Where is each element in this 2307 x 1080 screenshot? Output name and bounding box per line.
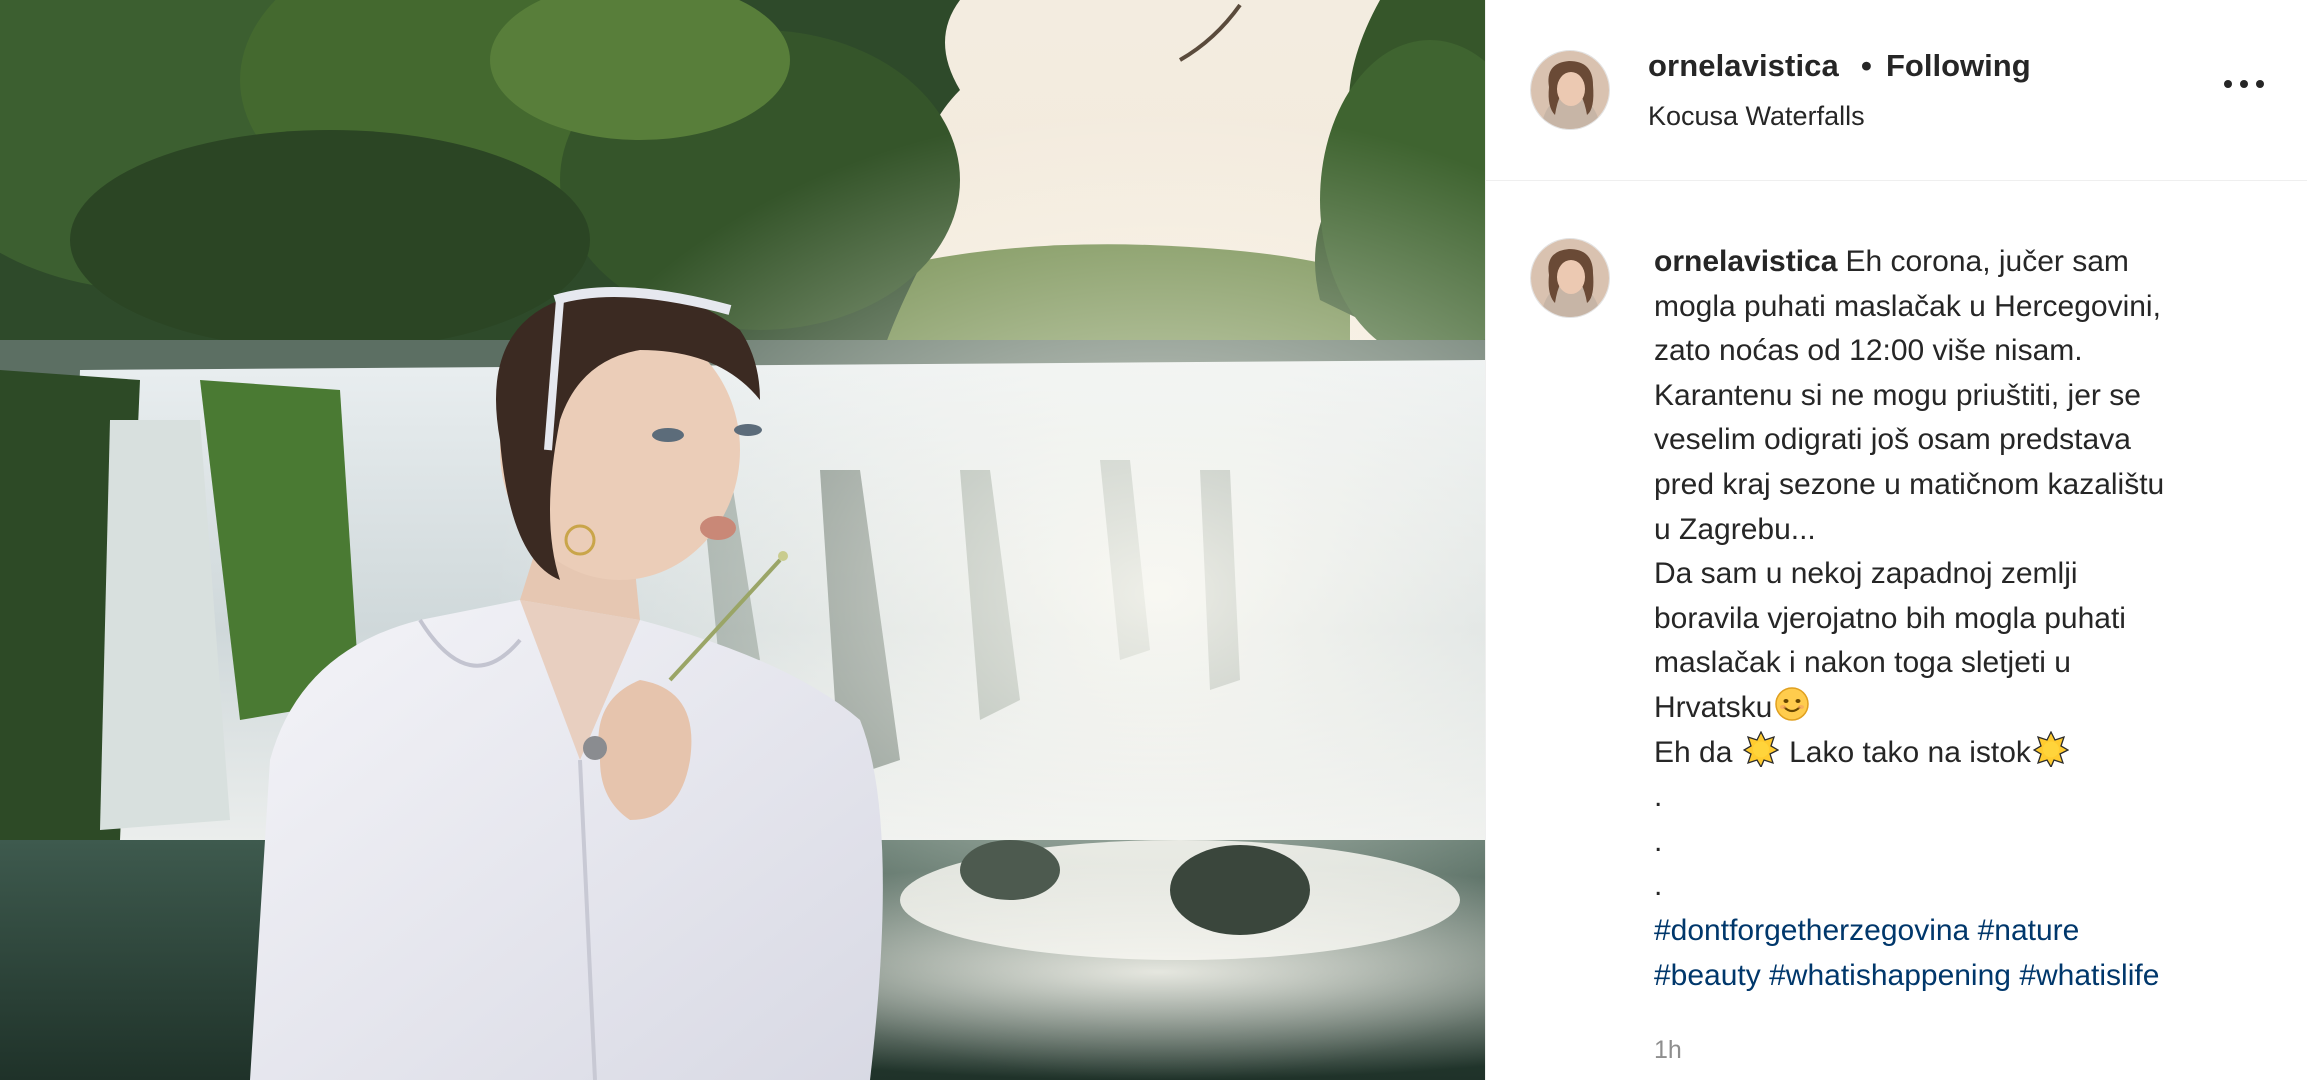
caption-line: Karantenu si ne mogu priuštiti, jer se	[1654, 378, 2141, 412]
location-link[interactable]: Kocusa Waterfalls	[1648, 101, 1865, 132]
header-username[interactable]: ornelavistica	[1648, 48, 1839, 84]
smiling-face-emoji-icon	[1775, 687, 1810, 721]
hashtag-link[interactable]: #whatishappening	[1769, 959, 2011, 992]
caption-avatar[interactable]	[1530, 238, 1610, 318]
caption-username[interactable]: ornelavistica	[1654, 245, 1837, 278]
profile-avatar[interactable]	[1530, 50, 1610, 130]
caption-line: mogla puhati maslačak u Hercegovini,	[1654, 289, 2161, 323]
caption-line: u Zagrebu...	[1654, 512, 1816, 546]
caption-text-segment: Hrvatsku	[1654, 690, 1773, 724]
caption-line: .	[1654, 780, 1663, 814]
hashtag-link[interactable]: #whatislife	[2019, 959, 2159, 992]
caption-line: maslačak i nakon toga sletjeti u	[1654, 646, 2071, 680]
caption-text-segment: Eh da	[1654, 735, 1733, 769]
post-details-panel: ornelavistica • Following Kocusa Waterfa…	[1485, 0, 2307, 1080]
caption-line: veselim odigrati još osam predstava	[1654, 423, 2131, 457]
caption-line: ornelavistica Eh corona, jučer sam	[1654, 240, 2294, 285]
caption-line: .	[1654, 869, 1663, 903]
caption-line: zato noćas od 12:00 više nisam.	[1654, 334, 2083, 368]
caption-line: .	[1654, 824, 1663, 858]
caption-line: pred kraj sezone u matičnom kazalištu	[1654, 467, 2165, 501]
caption-line: Eh da Lako tako na istok	[1654, 730, 2294, 776]
waterfall-portrait-image	[0, 0, 1485, 1080]
caption-text: ornelavistica Eh corona, jučer sam mogla …	[1654, 240, 2294, 998]
header-divider	[1486, 180, 2307, 181]
hashtag-link[interactable]: #dontforgetherzegovina	[1654, 914, 1969, 947]
caption-text-segment: Lako tako na istok	[1789, 735, 2031, 769]
hashtag-line: #beauty #whatishappening #whatislife	[1654, 954, 2294, 999]
caption-line: boravila vjerojatno bih mogla puhati	[1654, 601, 2126, 635]
separator-dot: •	[1861, 48, 1872, 83]
hashtag-line: #dontforgetherzegovina #nature	[1654, 909, 2294, 954]
sun-emoji-icon	[1742, 730, 1779, 767]
more-options-icon[interactable]	[2224, 72, 2268, 96]
caption-text-segment: Eh corona, jučer sam	[1845, 245, 2129, 278]
post-photo[interactable]	[0, 0, 1485, 1080]
caption-line: Da sam u nekoj zapadnoj zemlji	[1654, 557, 2078, 591]
sun-emoji-icon	[2032, 730, 2069, 767]
caption-line: Hrvatsku	[1654, 686, 2294, 731]
hashtag-link[interactable]: #nature	[1978, 914, 2080, 947]
post-timestamp[interactable]: 1h	[1654, 1036, 1682, 1065]
following-button[interactable]: Following	[1886, 48, 2031, 84]
hashtag-link[interactable]: #beauty	[1654, 959, 1761, 992]
